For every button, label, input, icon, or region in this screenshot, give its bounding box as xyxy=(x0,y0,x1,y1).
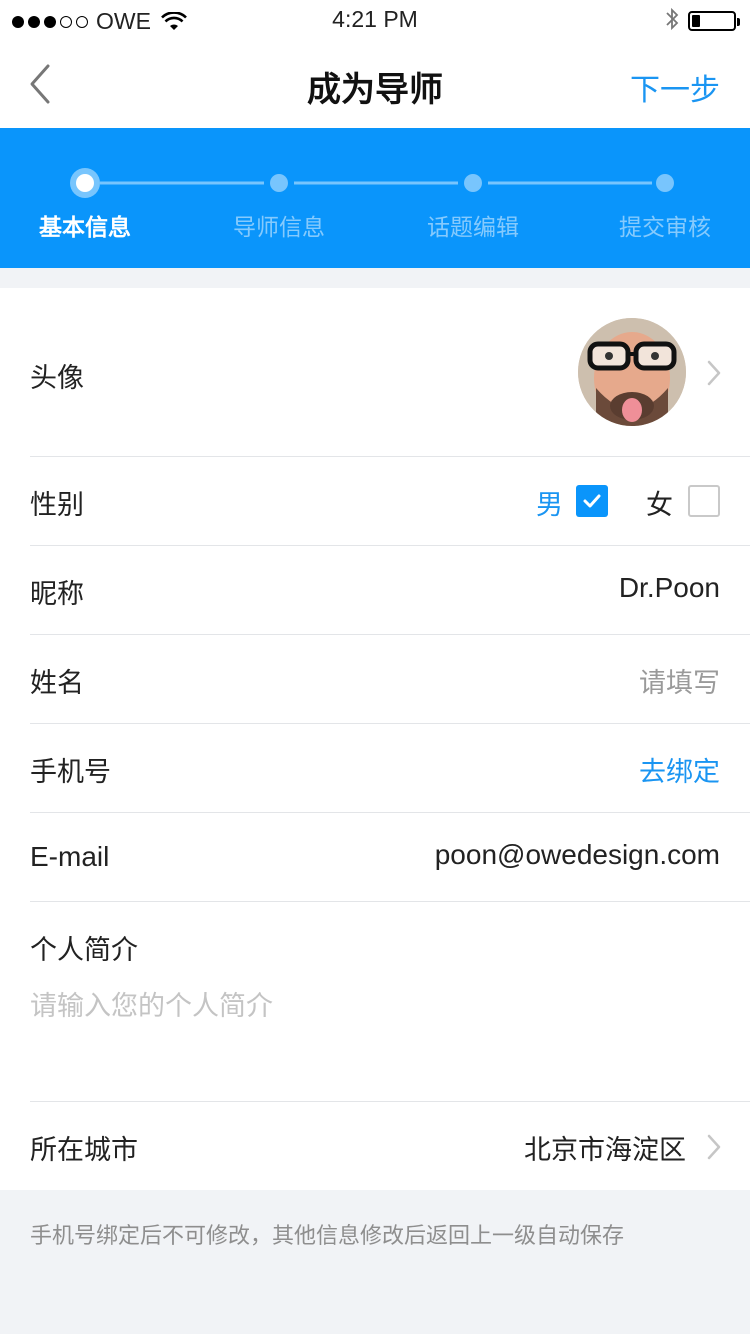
section-gap xyxy=(0,268,750,288)
female-checkbox[interactable] xyxy=(688,485,720,517)
step-track xyxy=(70,168,674,198)
chevron-right-icon xyxy=(707,360,721,386)
gender-label: 性别 xyxy=(30,490,84,521)
bio-section[interactable]: 个人简介 请输入您的个人简介 xyxy=(0,902,750,1101)
email-row[interactable]: E-mail poon@owedesign.com xyxy=(0,813,750,901)
city-label: 所在城市 xyxy=(30,1135,138,1166)
name-row[interactable]: 姓名 请填写 xyxy=(0,635,750,723)
city-value[interactable]: 北京市海淀区 xyxy=(524,1128,686,1167)
bio-label: 个人简介 xyxy=(30,935,138,966)
gender-male-label[interactable]: 男 xyxy=(536,483,563,522)
step-progress: 基本信息 导师信息 话题编辑 提交审核 xyxy=(0,128,750,268)
step-basic-info: 基本信息 xyxy=(39,215,131,241)
nickname-row[interactable]: 昵称 Dr.Poon xyxy=(0,546,750,634)
name-label: 姓名 xyxy=(30,668,84,699)
name-input[interactable]: 请填写 xyxy=(639,661,720,700)
bluetooth-icon xyxy=(666,7,679,31)
avatar-label: 头像 xyxy=(30,363,84,394)
battery-icon xyxy=(688,11,740,31)
nickname-value[interactable]: Dr.Poon xyxy=(619,572,720,604)
check-icon xyxy=(583,494,601,508)
gender-row: 性别 男 女 xyxy=(0,457,750,545)
nickname-label: 昵称 xyxy=(30,579,84,610)
phone-row[interactable]: 手机号 去绑定 xyxy=(0,724,750,812)
footer-area: 手机号绑定后不可修改，其他信息修改后返回上一级自动保存 xyxy=(0,1190,750,1334)
step-mentor-info: 导师信息 xyxy=(233,215,325,241)
gender-female-label[interactable]: 女 xyxy=(646,483,673,522)
bind-phone-link[interactable]: 去绑定 xyxy=(639,750,720,789)
status-time: 4:21 PM xyxy=(332,6,418,32)
next-step-button[interactable]: 下一步 xyxy=(630,65,720,109)
male-checkbox[interactable] xyxy=(576,485,608,517)
status-bar: OWE 4:21 PM xyxy=(0,0,750,40)
email-label: E-mail xyxy=(30,841,110,872)
phone-label: 手机号 xyxy=(30,757,111,788)
step-topic-edit: 话题编辑 xyxy=(427,215,519,241)
step-submit-review: 提交审核 xyxy=(619,215,711,241)
footer-note: 手机号绑定后不可修改，其他信息修改后返回上一级自动保存 xyxy=(30,1224,625,1249)
city-row[interactable]: 所在城市 北京市海淀区 xyxy=(0,1102,750,1190)
chevron-right-icon xyxy=(707,1134,721,1160)
email-value[interactable]: poon@owedesign.com xyxy=(435,839,720,871)
nav-bar: 成为导师 下一步 xyxy=(0,40,750,128)
bio-textarea[interactable]: 请输入您的个人简介 xyxy=(30,984,273,1023)
avatar[interactable] xyxy=(578,318,686,426)
